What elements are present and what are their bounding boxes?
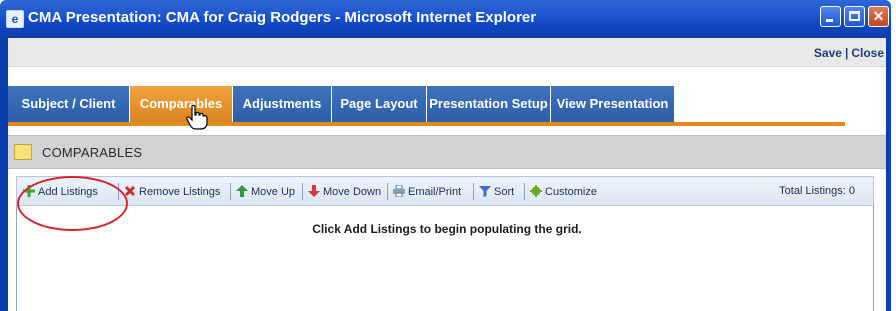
highlight-circle: [17, 176, 128, 231]
tab-view-presentation[interactable]: View Presentation: [551, 86, 675, 122]
grid-empty-message: Click Add Listings to begin populating t…: [312, 222, 582, 236]
maximize-button[interactable]: [844, 6, 865, 27]
move-down-label: Move Down: [323, 186, 382, 198]
gear-icon: [530, 185, 542, 197]
hand-cursor-icon: [186, 104, 208, 130]
ie-icon: e: [6, 10, 24, 28]
email-print-label: Email/Print: [408, 186, 462, 198]
toolbar-separator: [230, 183, 231, 200]
window-frame-left: [0, 38, 8, 311]
title-bar: e CMA Presentation: CMA for Craig Rodger…: [0, 0, 891, 38]
tab-presentation-setup[interactable]: Presentation Setup: [427, 86, 551, 122]
tab-page-layout[interactable]: Page Layout: [332, 86, 427, 122]
grid-toolbar: Add Listings Remove Listings Move Up Mov…: [16, 176, 874, 206]
funnel-icon: [479, 186, 491, 197]
top-links: Save | Close: [814, 46, 884, 60]
close-link[interactable]: Close: [851, 46, 884, 60]
browser-window: e CMA Presentation: CMA for Craig Rodger…: [0, 0, 891, 311]
maximize-icon: [849, 11, 860, 21]
printer-icon: [393, 185, 405, 197]
remove-listings-label: Remove Listings: [139, 186, 221, 198]
move-down-button[interactable]: Move Down: [308, 185, 381, 198]
total-listings: Total Listings: 0: [779, 185, 855, 197]
sort-label: Sort: [494, 186, 515, 198]
arrow-down-icon: [308, 185, 320, 197]
window-title: CMA Presentation: CMA for Craig Rodgers …: [28, 9, 537, 26]
sort-button[interactable]: Sort: [479, 185, 514, 198]
move-up-label: Move Up: [251, 186, 296, 198]
top-action-bar: Save | Close: [8, 38, 886, 67]
arrow-up-icon: [236, 185, 248, 197]
minimize-icon: [826, 19, 833, 22]
document-icon: [14, 144, 32, 160]
page-content: Save | Close Subject / Client Comparables …: [8, 38, 886, 311]
email-print-button[interactable]: Email/Print: [393, 185, 461, 198]
tab-underline: [8, 122, 845, 126]
window-frame-right: [886, 38, 891, 311]
panel-title: COMPARABLES: [42, 145, 143, 160]
comparables-panel-header: COMPARABLES: [8, 135, 886, 169]
link-separator: |: [844, 46, 849, 60]
tab-subject-client[interactable]: Subject / Client: [8, 86, 130, 122]
toolbar-separator: [387, 183, 388, 200]
tab-adjustments[interactable]: Adjustments: [233, 86, 332, 122]
minimize-button[interactable]: [820, 6, 841, 27]
customize-button[interactable]: Customize: [530, 185, 597, 198]
move-up-button[interactable]: Move Up: [236, 185, 295, 198]
toolbar-separator: [302, 183, 303, 200]
close-icon: ✕: [872, 8, 885, 24]
save-link[interactable]: Save: [814, 46, 842, 60]
toolbar-separator: [473, 183, 474, 200]
tab-comparables[interactable]: Comparables: [130, 86, 233, 122]
toolbar-separator: [524, 183, 525, 200]
close-window-button[interactable]: ✕: [868, 6, 889, 27]
customize-label: Customize: [545, 186, 597, 198]
remove-listings-button[interactable]: Remove Listings: [124, 185, 220, 198]
